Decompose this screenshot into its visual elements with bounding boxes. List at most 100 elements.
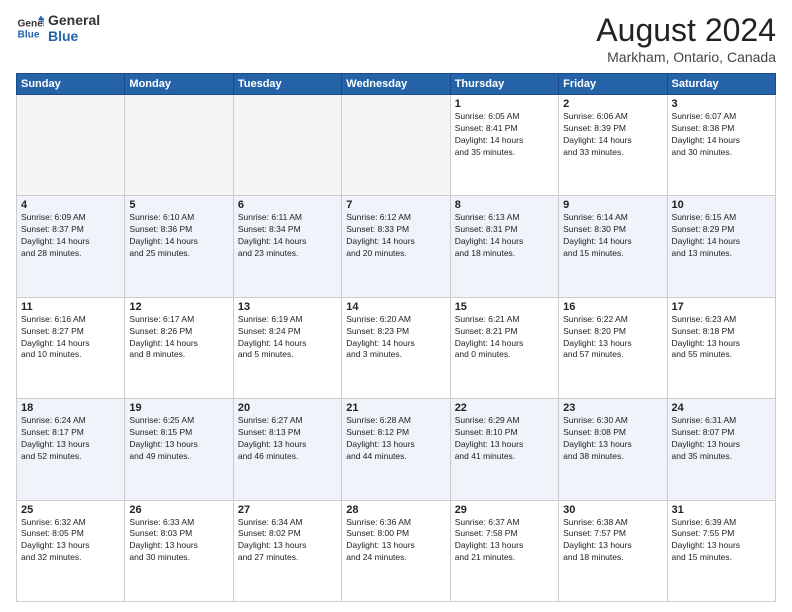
table-row: 4Sunrise: 6:09 AM Sunset: 8:37 PM Daylig… <box>17 196 125 297</box>
day-number: 13 <box>238 301 337 313</box>
day-info: Sunrise: 6:37 AM Sunset: 7:58 PM Dayligh… <box>455 517 554 565</box>
table-row: 8Sunrise: 6:13 AM Sunset: 8:31 PM Daylig… <box>450 196 558 297</box>
table-row: 20Sunrise: 6:27 AM Sunset: 8:13 PM Dayli… <box>233 399 341 500</box>
table-row: 19Sunrise: 6:25 AM Sunset: 8:15 PM Dayli… <box>125 399 233 500</box>
logo-icon: General Blue <box>16 14 44 42</box>
table-row: 23Sunrise: 6:30 AM Sunset: 8:08 PM Dayli… <box>559 399 667 500</box>
day-number: 19 <box>129 402 228 414</box>
day-number: 3 <box>672 98 771 110</box>
day-info: Sunrise: 6:29 AM Sunset: 8:10 PM Dayligh… <box>455 415 554 463</box>
day-info: Sunrise: 6:10 AM Sunset: 8:36 PM Dayligh… <box>129 212 228 260</box>
day-info: Sunrise: 6:11 AM Sunset: 8:34 PM Dayligh… <box>238 212 337 260</box>
day-number: 16 <box>563 301 662 313</box>
table-row: 25Sunrise: 6:32 AM Sunset: 8:05 PM Dayli… <box>17 500 125 601</box>
day-info: Sunrise: 6:24 AM Sunset: 8:17 PM Dayligh… <box>21 415 120 463</box>
day-number: 14 <box>346 301 445 313</box>
day-number: 18 <box>21 402 120 414</box>
day-number: 1 <box>455 98 554 110</box>
day-info: Sunrise: 6:23 AM Sunset: 8:18 PM Dayligh… <box>672 314 771 362</box>
day-info: Sunrise: 6:12 AM Sunset: 8:33 PM Dayligh… <box>346 212 445 260</box>
table-row <box>233 95 341 196</box>
day-info: Sunrise: 6:17 AM Sunset: 8:26 PM Dayligh… <box>129 314 228 362</box>
table-row: 11Sunrise: 6:16 AM Sunset: 8:27 PM Dayli… <box>17 297 125 398</box>
calendar-week-row: 25Sunrise: 6:32 AM Sunset: 8:05 PM Dayli… <box>17 500 776 601</box>
table-row: 29Sunrise: 6:37 AM Sunset: 7:58 PM Dayli… <box>450 500 558 601</box>
day-info: Sunrise: 6:27 AM Sunset: 8:13 PM Dayligh… <box>238 415 337 463</box>
day-number: 29 <box>455 504 554 516</box>
main-title: August 2024 <box>596 12 776 49</box>
header-friday: Friday <box>559 74 667 95</box>
day-number: 21 <box>346 402 445 414</box>
logo-line2: Blue <box>48 28 100 44</box>
header: General Blue General Blue August 2024 Ma… <box>16 12 776 65</box>
table-row: 16Sunrise: 6:22 AM Sunset: 8:20 PM Dayli… <box>559 297 667 398</box>
day-number: 31 <box>672 504 771 516</box>
day-info: Sunrise: 6:05 AM Sunset: 8:41 PM Dayligh… <box>455 111 554 159</box>
logo: General Blue General Blue <box>16 12 100 44</box>
day-info: Sunrise: 6:16 AM Sunset: 8:27 PM Dayligh… <box>21 314 120 362</box>
header-sunday: Sunday <box>17 74 125 95</box>
table-row: 15Sunrise: 6:21 AM Sunset: 8:21 PM Dayli… <box>450 297 558 398</box>
day-number: 8 <box>455 199 554 211</box>
day-number: 28 <box>346 504 445 516</box>
table-row: 12Sunrise: 6:17 AM Sunset: 8:26 PM Dayli… <box>125 297 233 398</box>
calendar-week-row: 1Sunrise: 6:05 AM Sunset: 8:41 PM Daylig… <box>17 95 776 196</box>
table-row: 28Sunrise: 6:36 AM Sunset: 8:00 PM Dayli… <box>342 500 450 601</box>
table-row: 30Sunrise: 6:38 AM Sunset: 7:57 PM Dayli… <box>559 500 667 601</box>
day-info: Sunrise: 6:19 AM Sunset: 8:24 PM Dayligh… <box>238 314 337 362</box>
logo-line1: General <box>48 12 100 28</box>
day-info: Sunrise: 6:25 AM Sunset: 8:15 PM Dayligh… <box>129 415 228 463</box>
day-number: 2 <box>563 98 662 110</box>
day-info: Sunrise: 6:34 AM Sunset: 8:02 PM Dayligh… <box>238 517 337 565</box>
header-wednesday: Wednesday <box>342 74 450 95</box>
day-info: Sunrise: 6:33 AM Sunset: 8:03 PM Dayligh… <box>129 517 228 565</box>
header-saturday: Saturday <box>667 74 775 95</box>
day-number: 7 <box>346 199 445 211</box>
table-row: 9Sunrise: 6:14 AM Sunset: 8:30 PM Daylig… <box>559 196 667 297</box>
day-number: 4 <box>21 199 120 211</box>
header-thursday: Thursday <box>450 74 558 95</box>
table-row: 3Sunrise: 6:07 AM Sunset: 8:38 PM Daylig… <box>667 95 775 196</box>
table-row: 7Sunrise: 6:12 AM Sunset: 8:33 PM Daylig… <box>342 196 450 297</box>
day-info: Sunrise: 6:31 AM Sunset: 8:07 PM Dayligh… <box>672 415 771 463</box>
table-row: 14Sunrise: 6:20 AM Sunset: 8:23 PM Dayli… <box>342 297 450 398</box>
day-number: 26 <box>129 504 228 516</box>
table-row <box>342 95 450 196</box>
day-number: 25 <box>21 504 120 516</box>
header-monday: Monday <box>125 74 233 95</box>
page: General Blue General Blue August 2024 Ma… <box>0 0 792 612</box>
table-row: 24Sunrise: 6:31 AM Sunset: 8:07 PM Dayli… <box>667 399 775 500</box>
table-row: 22Sunrise: 6:29 AM Sunset: 8:10 PM Dayli… <box>450 399 558 500</box>
table-row <box>125 95 233 196</box>
table-row: 6Sunrise: 6:11 AM Sunset: 8:34 PM Daylig… <box>233 196 341 297</box>
day-number: 17 <box>672 301 771 313</box>
day-number: 24 <box>672 402 771 414</box>
day-info: Sunrise: 6:09 AM Sunset: 8:37 PM Dayligh… <box>21 212 120 260</box>
calendar: Sunday Monday Tuesday Wednesday Thursday… <box>16 73 776 602</box>
day-info: Sunrise: 6:39 AM Sunset: 7:55 PM Dayligh… <box>672 517 771 565</box>
table-row: 17Sunrise: 6:23 AM Sunset: 8:18 PM Dayli… <box>667 297 775 398</box>
table-row: 5Sunrise: 6:10 AM Sunset: 8:36 PM Daylig… <box>125 196 233 297</box>
table-row: 2Sunrise: 6:06 AM Sunset: 8:39 PM Daylig… <box>559 95 667 196</box>
day-info: Sunrise: 6:36 AM Sunset: 8:00 PM Dayligh… <box>346 517 445 565</box>
day-number: 10 <box>672 199 771 211</box>
day-info: Sunrise: 6:22 AM Sunset: 8:20 PM Dayligh… <box>563 314 662 362</box>
day-info: Sunrise: 6:21 AM Sunset: 8:21 PM Dayligh… <box>455 314 554 362</box>
table-row: 21Sunrise: 6:28 AM Sunset: 8:12 PM Dayli… <box>342 399 450 500</box>
day-info: Sunrise: 6:06 AM Sunset: 8:39 PM Dayligh… <box>563 111 662 159</box>
table-row <box>17 95 125 196</box>
day-info: Sunrise: 6:32 AM Sunset: 8:05 PM Dayligh… <box>21 517 120 565</box>
calendar-week-row: 18Sunrise: 6:24 AM Sunset: 8:17 PM Dayli… <box>17 399 776 500</box>
day-info: Sunrise: 6:30 AM Sunset: 8:08 PM Dayligh… <box>563 415 662 463</box>
day-info: Sunrise: 6:07 AM Sunset: 8:38 PM Dayligh… <box>672 111 771 159</box>
table-row: 18Sunrise: 6:24 AM Sunset: 8:17 PM Dayli… <box>17 399 125 500</box>
calendar-week-row: 11Sunrise: 6:16 AM Sunset: 8:27 PM Dayli… <box>17 297 776 398</box>
day-number: 23 <box>563 402 662 414</box>
day-info: Sunrise: 6:14 AM Sunset: 8:30 PM Dayligh… <box>563 212 662 260</box>
header-tuesday: Tuesday <box>233 74 341 95</box>
table-row: 1Sunrise: 6:05 AM Sunset: 8:41 PM Daylig… <box>450 95 558 196</box>
sub-title: Markham, Ontario, Canada <box>596 49 776 65</box>
title-block: August 2024 Markham, Ontario, Canada <box>596 12 776 65</box>
day-number: 30 <box>563 504 662 516</box>
day-number: 27 <box>238 504 337 516</box>
